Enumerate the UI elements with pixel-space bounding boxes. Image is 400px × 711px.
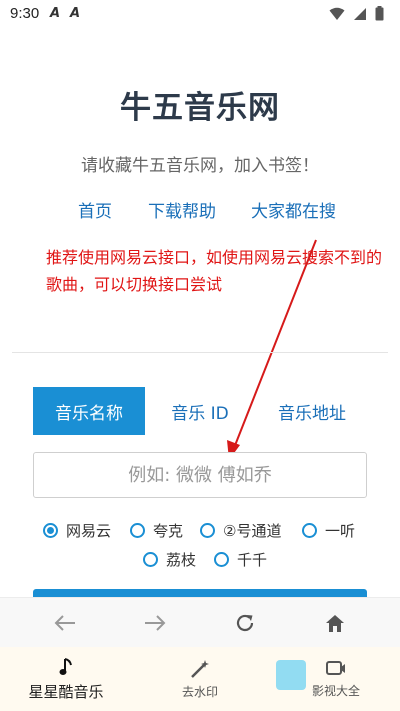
bottom-nav-label: 影视大全	[311, 683, 360, 698]
refresh-icon	[236, 614, 254, 632]
radio-unchecked-icon	[302, 523, 317, 538]
source-label: ②号通道	[223, 522, 282, 540]
source-label: 夸克	[153, 522, 184, 540]
video-icon	[326, 660, 345, 675]
bottom-nav-music[interactable]: 星星酷音乐	[20, 647, 112, 711]
search-input[interactable]	[33, 452, 367, 498]
browser-toolbar	[0, 597, 400, 647]
back-button[interactable]	[52, 610, 78, 636]
radio-checked-icon	[43, 523, 58, 538]
source-netease-radio[interactable]: 网易云	[43, 520, 111, 541]
music-note-icon	[59, 657, 72, 675]
search-submit-button[interactable]	[33, 589, 367, 597]
magic-wand-icon	[191, 659, 209, 678]
bottom-nav-watermark[interactable]: 去水印	[160, 647, 240, 711]
bottom-nav-label: 星星酷音乐	[28, 682, 104, 701]
source-qianqian-radio[interactable]: 千千	[214, 549, 267, 570]
source-kuake-radio[interactable]: 夸克	[130, 520, 183, 541]
tab-music-url[interactable]: 音乐地址	[260, 387, 364, 435]
bottom-nav: 星星酷音乐 去水印 影视大全	[0, 647, 400, 711]
radio-unchecked-icon	[214, 552, 229, 567]
source-label: 一听	[325, 522, 356, 540]
source-lizhi-radio[interactable]: 荔枝	[143, 549, 196, 570]
radio-unchecked-icon	[200, 523, 215, 538]
forward-button[interactable]	[142, 610, 168, 636]
home-button[interactable]	[322, 610, 348, 636]
section-divider	[12, 352, 388, 353]
arrow-left-icon	[54, 615, 75, 631]
bottom-nav-label: 去水印	[181, 684, 218, 699]
arrow-right-icon	[145, 615, 166, 631]
refresh-button[interactable]	[232, 610, 258, 636]
source-label: 网易云	[66, 522, 112, 540]
home-icon	[326, 614, 344, 632]
source-label: 荔枝	[166, 551, 197, 569]
radio-unchecked-icon	[130, 523, 145, 538]
tab-music-name[interactable]: 音乐名称	[33, 387, 145, 435]
source-channel-2-radio[interactable]: ②号通道	[200, 520, 281, 541]
source-label: 千千	[237, 551, 268, 569]
radio-unchecked-icon	[143, 552, 158, 567]
bottom-nav-video[interactable]: 影视大全	[296, 647, 376, 711]
source-yiting-radio[interactable]: 一听	[302, 520, 355, 541]
tab-music-id[interactable]: 音乐 ID	[150, 387, 250, 435]
